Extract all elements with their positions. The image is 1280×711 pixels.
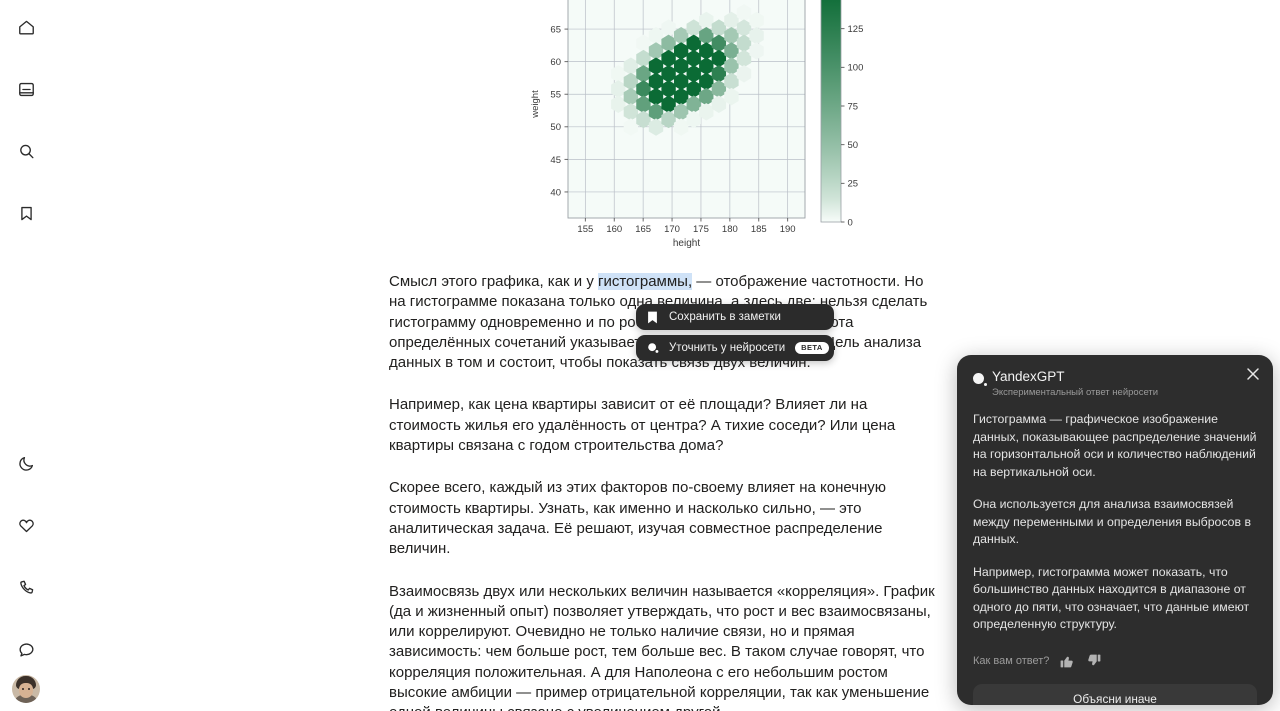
article-paragraph: Скорее всего, каждый из этих факторов по… xyxy=(389,478,940,559)
chart-svg: 155 160 165 170 175 180 185 190 40 45 50 55 60 65 70 he… xyxy=(530,0,864,249)
yandexgpt-answer-body: Гистограмма — графическое изображение да… xyxy=(973,411,1257,634)
sparkle-icon xyxy=(646,342,659,355)
bookmark-icon xyxy=(20,206,32,220)
book-icon xyxy=(18,82,34,96)
svg-text:190: 190 xyxy=(780,224,796,235)
svg-text:185: 185 xyxy=(751,224,767,235)
svg-text:40: 40 xyxy=(550,187,561,198)
svg-text:55: 55 xyxy=(550,90,561,101)
sidebar-item-textbook[interactable] xyxy=(6,69,46,109)
chat-icon xyxy=(18,642,34,657)
phone-icon xyxy=(19,580,33,594)
yandexgpt-panel: YandexGPT Экспериментальный ответ нейрос… xyxy=(957,355,1273,705)
svg-text:65: 65 xyxy=(550,24,561,35)
context-menu-item-label: Уточнить у нейросети xyxy=(669,342,786,354)
close-icon[interactable] xyxy=(1245,366,1261,382)
selected-text: гистограммы, xyxy=(598,273,693,290)
sidebar-item-search[interactable] xyxy=(6,131,46,171)
svg-text:70: 70 xyxy=(550,0,561,3)
explain-differently-button[interactable]: Объясни иначе xyxy=(973,683,1257,705)
paragraph-text: Скорее всего, каждый из этих факторов по… xyxy=(389,479,887,558)
sidebar-bottom-nav xyxy=(0,443,52,703)
article-paragraph: Взаимосвязь двух или нескольких величин … xyxy=(389,582,940,711)
svg-text:180: 180 xyxy=(722,224,738,235)
article-paragraph: Например, как цена квартиры зависит от е… xyxy=(389,395,940,456)
paragraph-text: Взаимосвязь двух или нескольких величин … xyxy=(389,582,935,711)
context-menu-item-ask-ai[interactable]: Уточнить у нейросети BETA xyxy=(636,335,834,361)
chart-canvas: 155 160 165 170 175 180 185 190 40 45 50 55 60 65 70 he… xyxy=(453,0,913,252)
bookmark-icon xyxy=(646,311,659,324)
yandexgpt-logo-icon xyxy=(973,373,987,386)
svg-text:100: 100 xyxy=(848,63,864,74)
context-menu-item-save-to-notes[interactable]: Сохранить в заметки xyxy=(636,304,834,330)
yandexgpt-titles: YandexGPT Экспериментальный ответ нейрос… xyxy=(992,369,1158,399)
svg-text:25: 25 xyxy=(848,179,859,190)
context-menu-item-label: Сохранить в заметки xyxy=(669,311,781,323)
search-icon xyxy=(19,144,34,158)
sidebar-item-theme[interactable] xyxy=(6,443,46,483)
yandexgpt-feedback: Как вам ответ? xyxy=(973,652,1257,670)
svg-text:60: 60 xyxy=(550,57,561,68)
avatar-face xyxy=(19,683,33,698)
svg-text:75: 75 xyxy=(848,101,859,112)
paragraph-text: Смысл этого графика, как и у xyxy=(389,273,598,290)
sidebar-item-chat[interactable] xyxy=(6,629,46,669)
sidebar-top-nav xyxy=(0,7,52,233)
yandexgpt-title: YandexGPT xyxy=(992,369,1065,384)
yandexgpt-header: YandexGPT Экспериментальный ответ нейрос… xyxy=(973,369,1257,399)
svg-text:160: 160 xyxy=(606,224,622,235)
heart-icon xyxy=(18,519,34,532)
svg-text:45: 45 xyxy=(550,155,561,166)
svg-text:50: 50 xyxy=(848,140,859,151)
svg-text:0: 0 xyxy=(848,217,853,228)
yandexgpt-answer-paragraph: Гистограмма — графическое изображение да… xyxy=(973,412,1257,479)
svg-text:175: 175 xyxy=(693,224,709,235)
thumbs-up-icon[interactable] xyxy=(1058,652,1076,670)
svg-text:weight: weight xyxy=(530,90,541,119)
yandexgpt-subtitle: Экспериментальный ответ нейросети xyxy=(992,387,1159,398)
sidebar xyxy=(0,0,52,711)
svg-text:125: 125 xyxy=(848,24,864,35)
svg-text:height: height xyxy=(673,238,700,249)
beta-badge: BETA xyxy=(795,342,829,354)
svg-text:165: 165 xyxy=(635,224,651,235)
yandexgpt-answer-paragraph: Она используется для анализа взаимосвязе… xyxy=(973,497,1251,546)
sidebar-item-home[interactable] xyxy=(6,7,46,47)
thumbs-down-icon[interactable] xyxy=(1085,652,1103,670)
feedback-label: Как вам ответ? xyxy=(973,654,1050,667)
avatar[interactable] xyxy=(12,675,40,703)
sidebar-item-phone[interactable] xyxy=(6,567,46,607)
moon-icon xyxy=(18,456,33,471)
yandexgpt-answer-paragraph: Например, гистограмма может показать, чт… xyxy=(973,564,1250,632)
selection-context-menu: Сохранить в заметки Уточнить у нейросети… xyxy=(636,304,834,361)
paragraph-text: Например, как цена квартиры зависит от е… xyxy=(389,396,896,455)
svg-text:170: 170 xyxy=(664,224,680,235)
avatar-eye-right xyxy=(28,688,30,690)
home-icon xyxy=(18,20,34,35)
sidebar-item-bookmarks[interactable] xyxy=(6,193,46,233)
avatar-eye-left xyxy=(22,688,24,690)
hexbin-chart-figure: 155 160 165 170 175 180 185 190 40 45 50 55 60 65 70 he… xyxy=(453,0,913,252)
app-root: 155 160 165 170 175 180 185 190 40 45 50 55 60 65 70 he… xyxy=(0,0,1280,711)
svg-text:155: 155 xyxy=(577,224,593,235)
sidebar-item-favorites[interactable] xyxy=(6,505,46,545)
svg-text:50: 50 xyxy=(550,122,561,133)
